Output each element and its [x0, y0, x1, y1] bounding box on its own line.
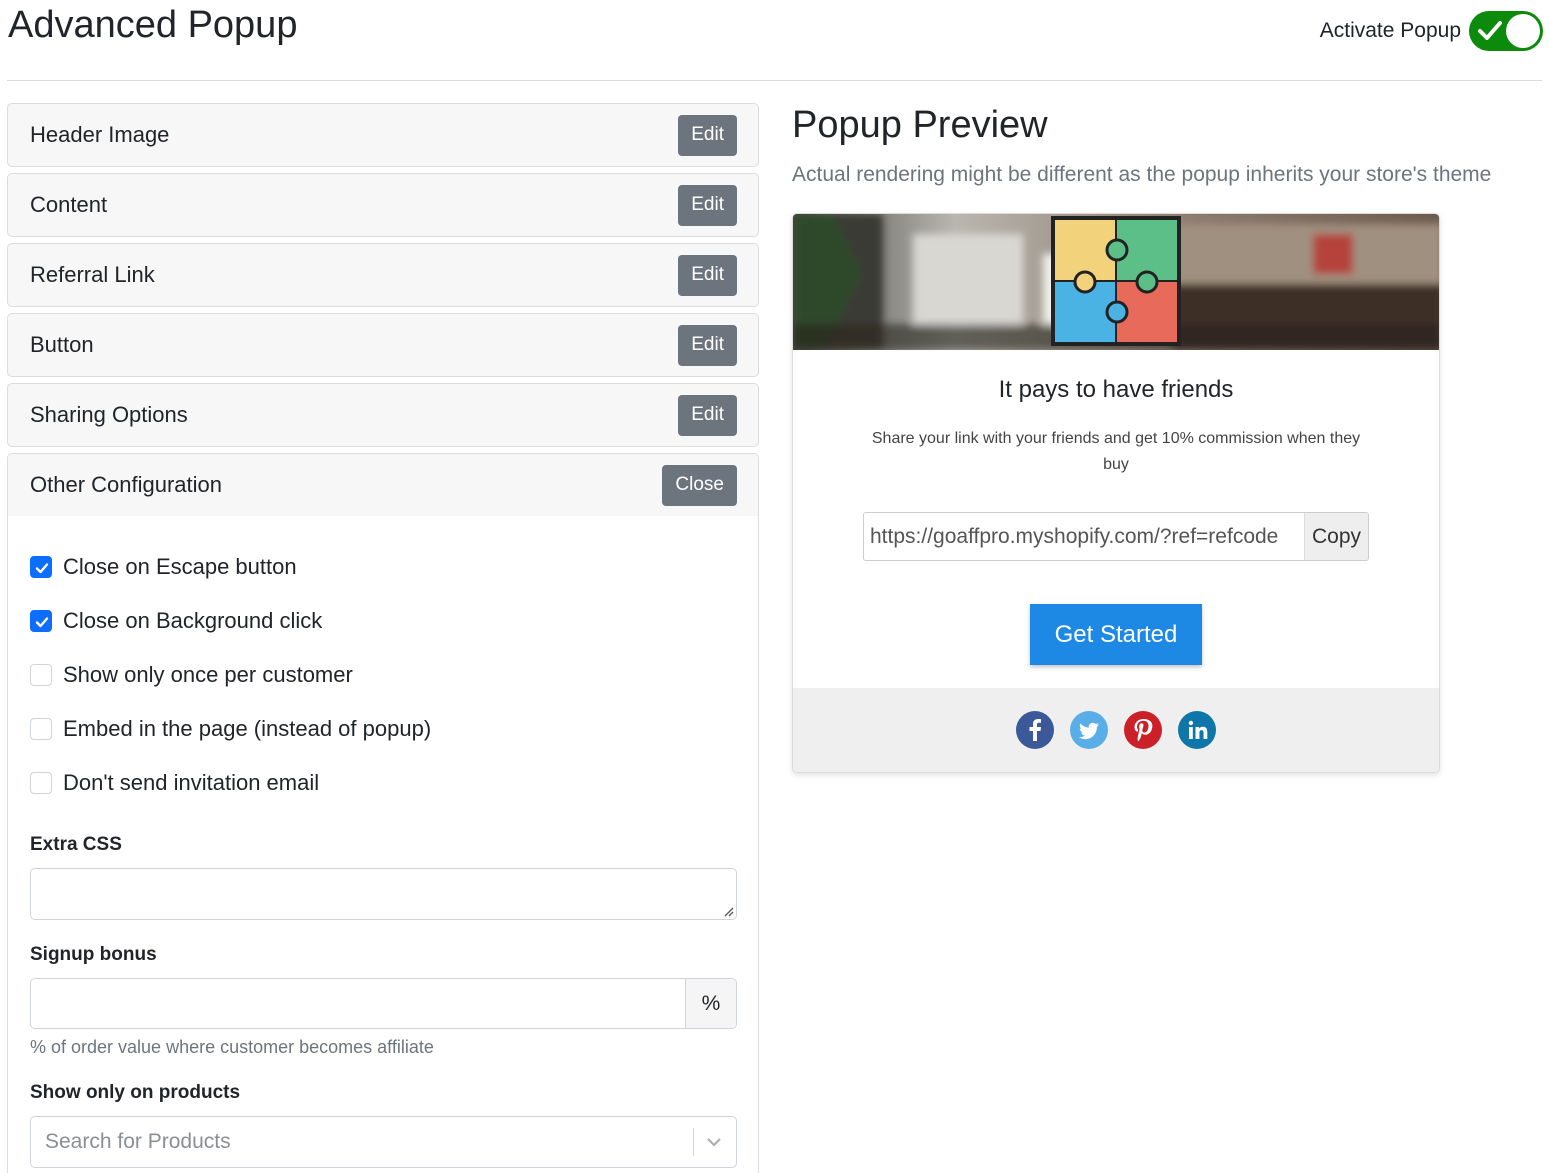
section-sharing-options: Sharing Options Edit [7, 383, 759, 447]
signup-bonus-help: % of order value where customer becomes … [30, 1037, 434, 1057]
checkmark-icon [35, 563, 49, 574]
checkbox-close-on-escape[interactable]: Close on Escape button [30, 540, 737, 594]
select-separator [693, 1128, 694, 1156]
edit-referral-link-button[interactable]: Edit [678, 254, 737, 296]
checkbox-label: Don't send invitation email [63, 770, 320, 795]
chevron-down-icon[interactable] [706, 1137, 722, 1147]
other-configuration-body: Close on Escape button Close on Backgrou… [8, 516, 758, 1168]
popup-preview: It pays to have friends Share your link … [792, 213, 1440, 773]
extra-css-label: Extra CSS [30, 834, 122, 855]
percent-suffix: % [685, 979, 736, 1028]
copy-button[interactable]: Copy [1304, 513, 1368, 560]
section-referral-link: Referral Link Edit [7, 243, 759, 307]
section-label: Content [30, 192, 108, 217]
extra-css-textarea[interactable] [30, 868, 737, 920]
get-started-button[interactable]: Get Started [1030, 604, 1202, 665]
product-search-placeholder: Search for Products [45, 1130, 231, 1153]
twitter-icon[interactable] [1070, 711, 1108, 749]
section-label: Header Image [30, 122, 170, 147]
referral-link-input[interactable]: https://goaffpro.myshopify.com/?ref=refc… [864, 513, 1304, 560]
checkbox-unchecked[interactable] [30, 664, 52, 686]
signup-bonus-label: Signup bonus [30, 944, 157, 965]
checkbox-show-once[interactable]: Show only once per customer [30, 648, 737, 702]
checkbox-label: Show only once per customer [63, 662, 353, 687]
checkbox-close-on-background[interactable]: Close on Background click [30, 594, 737, 648]
popup-heading: It pays to have friends [998, 376, 1234, 403]
show-on-products-label: Show only on products [30, 1082, 241, 1103]
signup-bonus-group: % [30, 978, 737, 1029]
edit-sharing-options-button[interactable]: Edit [678, 394, 737, 436]
edit-button-button[interactable]: Edit [678, 324, 737, 366]
referral-link-group: https://goaffpro.myshopify.com/?ref=refc… [863, 512, 1369, 561]
section-label: Button [30, 332, 94, 357]
activate-popup-label: Activate Popup [1319, 19, 1461, 42]
preview-title: Popup Preview [792, 104, 1048, 146]
facebook-icon[interactable] [1016, 711, 1054, 749]
office-background-image [793, 214, 1439, 350]
edit-content-button[interactable]: Edit [678, 184, 737, 226]
header-divider [7, 80, 1542, 81]
linkedin-icon[interactable] [1178, 711, 1216, 749]
checkbox-checked[interactable] [30, 556, 52, 578]
page-title: Advanced Popup [8, 4, 298, 46]
resize-handle-icon[interactable] [722, 905, 734, 917]
section-label: Sharing Options [30, 402, 188, 427]
toggle-knob [1506, 14, 1540, 48]
checkbox-no-invitation-email[interactable]: Don't send invitation email [30, 756, 737, 810]
section-label: Referral Link [30, 262, 155, 287]
checkbox-checked[interactable] [30, 610, 52, 632]
checkmark-icon [35, 617, 49, 628]
checkbox-label: Close on Background click [63, 608, 323, 633]
checkbox-unchecked[interactable] [30, 772, 52, 794]
checkbox-embed-in-page[interactable]: Embed in the page (instead of popup) [30, 702, 737, 756]
section-other-configuration: Other Configuration Close Close on Escap… [7, 453, 759, 1173]
section-header-image: Header Image Edit [7, 103, 759, 167]
edit-header-image-button[interactable]: Edit [678, 114, 737, 156]
other-configuration-header: Other Configuration Close [8, 454, 758, 516]
checkbox-label: Close on Escape button [63, 554, 297, 579]
popup-text: Share your link with your friends and ge… [871, 430, 1361, 473]
section-label: Other Configuration [30, 472, 222, 497]
product-search-select[interactable]: Search for Products [30, 1116, 737, 1168]
check-icon [1478, 21, 1502, 40]
section-button: Button Edit [7, 313, 759, 377]
checkbox-label: Embed in the page (instead of popup) [63, 716, 432, 741]
pinterest-icon[interactable] [1124, 711, 1162, 749]
header-image [793, 214, 1439, 350]
close-other-configuration-button[interactable]: Close [662, 464, 737, 506]
activate-popup-toggle[interactable] [1469, 11, 1543, 51]
signup-bonus-input[interactable] [31, 979, 685, 1028]
config-accordion: Header Image Edit Content Edit Referral … [7, 103, 759, 1173]
share-bar [793, 688, 1439, 772]
checkbox-unchecked[interactable] [30, 718, 52, 740]
activate-popup-control: Activate Popup [1320, 11, 1543, 51]
section-content: Content Edit [7, 173, 759, 237]
preview-subtitle: Actual rendering might be different as t… [792, 163, 1492, 186]
